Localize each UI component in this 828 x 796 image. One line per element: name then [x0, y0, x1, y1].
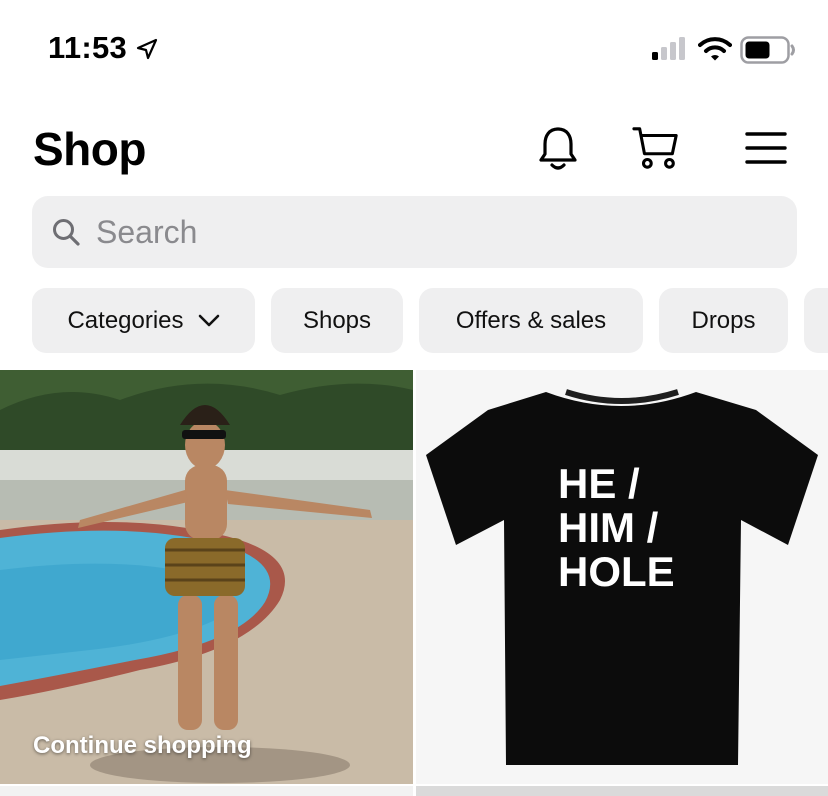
chip-partial[interactable] — [804, 288, 828, 353]
next-row-strip — [0, 786, 413, 796]
search-icon — [53, 219, 80, 246]
chip-drops[interactable]: Drops — [659, 288, 788, 353]
page-title: Shop — [33, 123, 146, 175]
chip-label: Shops — [302, 306, 372, 334]
chevron-down-icon — [198, 314, 219, 326]
continue-shopping-image — [0, 370, 413, 784]
header: Shop — [0, 110, 828, 190]
chip-offers-sales[interactable]: Offers & sales — [419, 288, 643, 353]
menu-icon — [745, 132, 787, 164]
product-grid: Continue shopping HE / HIM / HOLE — [0, 370, 828, 796]
status-time: 11:53 — [48, 30, 128, 65]
continue-shopping-tile[interactable]: Continue shopping — [0, 370, 413, 784]
tshirt-image: HE / HIM / HOLE — [416, 370, 828, 784]
chip-label: Categories — [67, 306, 184, 334]
wifi-icon — [698, 37, 732, 61]
cellular-signal-icon — [652, 37, 685, 60]
bell-icon — [539, 127, 577, 170]
filter-chips: Categories Shops Offers & sales Drops — [0, 288, 828, 354]
location-arrow-icon — [136, 38, 158, 60]
chip-shops[interactable]: Shops — [271, 288, 403, 353]
search-input[interactable] — [96, 213, 696, 251]
notifications-button[interactable] — [534, 124, 582, 172]
cart-button[interactable] — [632, 124, 680, 172]
cart-icon — [632, 127, 678, 169]
menu-button[interactable] — [742, 124, 790, 172]
status-bar: 11:53 — [0, 0, 828, 100]
chip-label: Offers & sales — [455, 306, 607, 334]
chip-label: Drops — [691, 306, 756, 334]
next-row-strip — [416, 786, 828, 796]
battery-icon — [740, 36, 795, 64]
tile-caption: Continue shopping — [33, 732, 252, 759]
search-bar[interactable] — [32, 196, 797, 268]
shirt-line-2: HIM / — [558, 504, 659, 551]
shirt-line-3: HOLE — [558, 548, 675, 595]
chip-categories[interactable]: Categories — [32, 288, 255, 353]
product-tile-tshirt[interactable]: HE / HIM / HOLE — [416, 370, 828, 784]
shirt-line-1: HE / — [558, 460, 640, 507]
